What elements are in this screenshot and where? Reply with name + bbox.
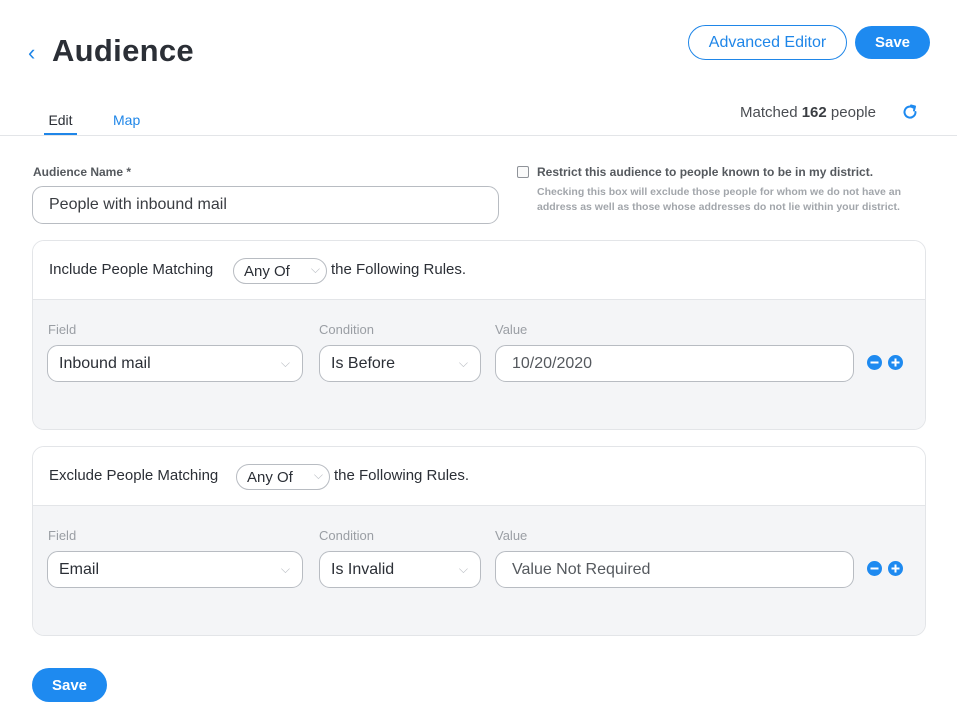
exclude-rule-row: Field Condition Value Email ⌵ Is Invalid… bbox=[33, 506, 925, 635]
add-rule-icon[interactable] bbox=[888, 355, 903, 370]
audience-name-input[interactable]: People with inbound mail bbox=[32, 186, 499, 224]
remove-rule-icon[interactable] bbox=[867, 355, 882, 370]
tab-map[interactable]: Map bbox=[113, 112, 140, 128]
exclude-value-input[interactable]: Value Not Required bbox=[495, 551, 854, 588]
exclude-rules-header: Exclude People Matching Any Of ⌵ the Fol… bbox=[33, 447, 925, 506]
exclude-mode-value: Any Of bbox=[247, 468, 293, 486]
add-rule-icon[interactable] bbox=[888, 561, 903, 576]
restrict-district-label: Restrict this audience to people known t… bbox=[537, 165, 874, 179]
matched-prefix: Matched bbox=[740, 104, 798, 121]
matched-number: 162 bbox=[801, 104, 827, 121]
include-condition-select[interactable]: Is Before ⌵ bbox=[319, 345, 481, 382]
exclude-rules-card: Exclude People Matching Any Of ⌵ the Fol… bbox=[32, 446, 926, 636]
back-chevron-icon[interactable]: ‹ bbox=[28, 42, 44, 64]
restrict-district-help: Checking this box will exclude those peo… bbox=[537, 186, 902, 213]
bottom-save-button[interactable]: Save bbox=[32, 668, 107, 702]
exclude-field-select[interactable]: Email ⌵ bbox=[47, 551, 303, 588]
value-column-label: Value bbox=[495, 322, 528, 337]
page-title: Audience bbox=[52, 33, 194, 68]
include-rules-card: Include People Matching Any Of ⌵ the Fol… bbox=[32, 240, 926, 430]
chevron-down-icon: ⌵ bbox=[458, 562, 468, 576]
field-column-label: Field bbox=[48, 322, 77, 337]
include-rules-header: Include People Matching Any Of ⌵ the Fol… bbox=[33, 241, 925, 300]
chevron-down-icon: ⌵ bbox=[280, 356, 290, 370]
remove-rule-icon[interactable] bbox=[867, 561, 882, 576]
exclude-mode-select[interactable]: Any Of ⌵ bbox=[236, 464, 330, 490]
include-field-value: Inbound mail bbox=[59, 354, 151, 372]
condition-column-label: Condition bbox=[319, 528, 374, 543]
exclude-suffix: the Following Rules. bbox=[334, 467, 470, 484]
include-field-select[interactable]: Inbound mail ⌵ bbox=[47, 345, 303, 382]
exclude-condition-value: Is Invalid bbox=[331, 560, 395, 578]
matched-suffix: people bbox=[830, 104, 876, 121]
value-column-label: Value bbox=[495, 528, 528, 543]
field-column-label: Field bbox=[48, 528, 77, 543]
include-prefix: Include People Matching bbox=[49, 261, 214, 278]
condition-column-label: Condition bbox=[319, 322, 374, 337]
include-mode-value: Any Of bbox=[244, 262, 290, 280]
include-rule-row: Field Condition Value Inbound mail ⌵ Is … bbox=[33, 300, 925, 429]
audience-name-label: Audience Name * bbox=[33, 165, 132, 179]
include-value-input[interactable]: 10/20/2020 bbox=[495, 345, 854, 382]
include-condition-value: Is Before bbox=[331, 354, 396, 372]
exclude-condition-select[interactable]: Is Invalid ⌵ bbox=[319, 551, 481, 588]
tab-edit[interactable]: Edit bbox=[44, 112, 77, 135]
chevron-down-icon: ⌵ bbox=[310, 262, 320, 276]
save-button[interactable]: Save bbox=[855, 26, 930, 59]
include-suffix: the Following Rules. bbox=[331, 261, 467, 278]
advanced-editor-button[interactable]: Advanced Editor bbox=[688, 25, 847, 60]
exclude-prefix: Exclude People Matching bbox=[49, 467, 219, 484]
include-mode-select[interactable]: Any Of ⌵ bbox=[233, 258, 327, 284]
exclude-field-value: Email bbox=[59, 560, 100, 578]
matched-count: Matched 162 people bbox=[740, 104, 876, 121]
chevron-down-icon: ⌵ bbox=[313, 468, 323, 482]
restrict-district-checkbox[interactable] bbox=[517, 166, 529, 178]
chevron-down-icon: ⌵ bbox=[280, 562, 290, 576]
chevron-down-icon: ⌵ bbox=[458, 356, 468, 370]
page-header: ‹ Audience Advanced Editor Save bbox=[0, 0, 957, 100]
refresh-icon[interactable] bbox=[900, 102, 920, 122]
